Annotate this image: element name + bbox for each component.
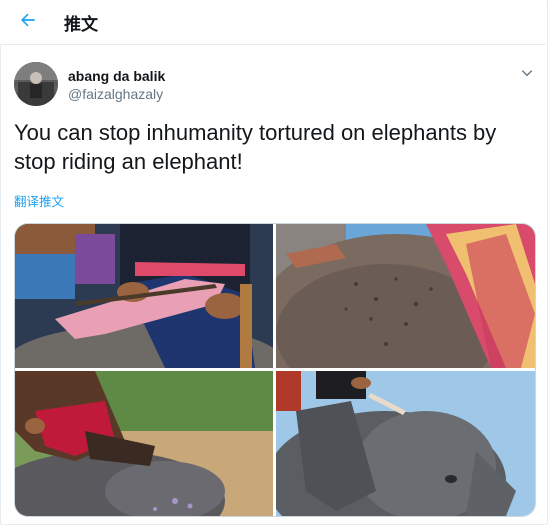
mahout-riding-elephant-photo[interactable]	[15, 224, 273, 368]
user-handle[interactable]: @faizalghazaly	[68, 86, 163, 102]
elephant-with-hook-photo[interactable]	[276, 371, 535, 516]
arrow-left-icon	[18, 10, 38, 35]
chevron-down-icon	[520, 66, 534, 85]
media-grid	[14, 223, 536, 517]
more-options-button[interactable]	[518, 66, 536, 84]
translate-tweet-link[interactable]: 翻译推文	[14, 191, 64, 210]
page-header: 推文	[0, 0, 546, 45]
tweet-text: You can stop inhumanity tortured on elep…	[14, 120, 497, 174]
back-button[interactable]	[14, 8, 42, 36]
display-name[interactable]: abang da balik	[68, 68, 165, 84]
elephant-skin-wounds-photo[interactable]	[276, 224, 535, 368]
page-title: 推文	[64, 15, 98, 35]
rider-on-elephant-back-photo[interactable]	[15, 371, 273, 516]
avatar[interactable]	[14, 62, 58, 106]
